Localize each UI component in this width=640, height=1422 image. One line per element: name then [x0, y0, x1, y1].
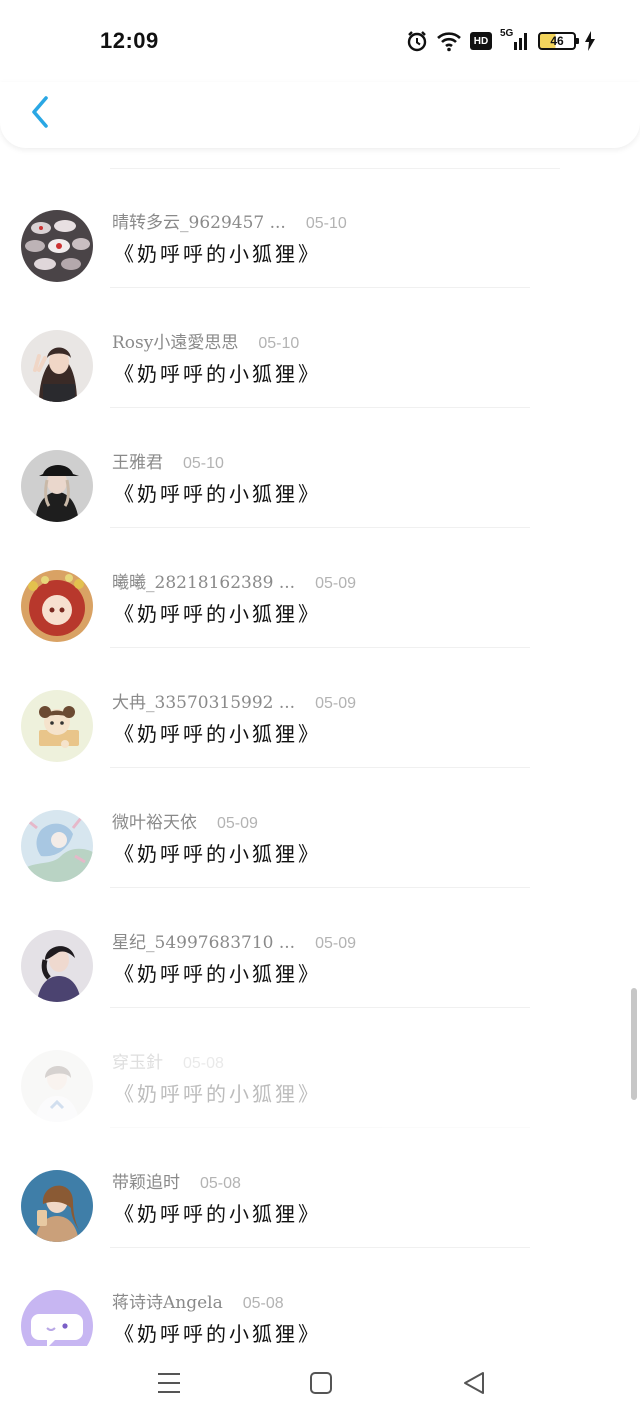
alarm-icon [406, 30, 428, 52]
list-item[interactable]: 星纪_54997683710 ... 05-09 《奶呼呼的小狐狸》 [0, 888, 640, 1008]
avatar[interactable] [21, 690, 93, 762]
avatar[interactable] [21, 1050, 93, 1122]
comment-meta: 大冉_33570315992 ... 05-09 [112, 688, 356, 713]
hd-icon: HD [470, 32, 492, 50]
back-nav-button[interactable] [454, 1366, 494, 1400]
status-time: 12:09 [100, 28, 159, 53]
wifi-icon [436, 30, 462, 52]
avatar[interactable] [21, 330, 93, 402]
book-title[interactable]: 《奶呼呼的小狐狸》 [114, 1318, 321, 1347]
book-title[interactable]: 《奶呼呼的小狐狸》 [114, 838, 321, 867]
comment-meta: 微叶裕天依 05-09 [112, 808, 258, 833]
book-title[interactable]: 《奶呼呼的小狐狸》 [114, 1198, 321, 1227]
comment-meta: Rosy小遠愛思思 05-10 [112, 328, 299, 353]
user-name[interactable]: 蒋诗诗Angela [112, 1288, 223, 1313]
comment-meta: 王雅君 05-10 [112, 448, 224, 473]
comment-date: 05-10 [305, 215, 347, 232]
user-name[interactable]: 晴转多云_9629457 ... [112, 208, 286, 233]
comment-date: 05-10 [183, 455, 224, 472]
comment-meta: 蒋诗诗Angela 05-08 [112, 1288, 284, 1313]
chevron-left-icon [32, 96, 48, 128]
list-item[interactable]: 穿玉針 05-08 《奶呼呼的小狐狸》 [0, 1008, 640, 1128]
list-item[interactable]: 王雅君 05-10 《奶呼呼的小狐狸》 [0, 408, 640, 528]
list-item[interactable]: Rosy小遠愛思思 05-10 《奶呼呼的小狐狸》 [0, 288, 640, 408]
book-title[interactable]: 《奶呼呼的小狐狸》 [114, 358, 321, 387]
user-name[interactable]: 星纪_54997683710 ... [112, 928, 295, 953]
comment-meta: 星纪_54997683710 ... 05-09 [112, 928, 356, 953]
book-title[interactable]: 《奶呼呼的小狐狸》 [114, 478, 321, 507]
menu-button[interactable] [149, 1366, 189, 1400]
list-item[interactable]: 微叶裕天依 05-09 《奶呼呼的小狐狸》 [0, 768, 640, 888]
book-title[interactable]: 《奶呼呼的小狐狸》 [114, 1078, 321, 1107]
battery-icon: 46 [538, 32, 579, 50]
user-name[interactable]: 王雅君 [112, 448, 163, 473]
book-title[interactable]: 《奶呼呼的小狐狸》 [114, 958, 321, 987]
comment-meta: 曦曦_28218162389 ... 05-09 [112, 568, 356, 593]
comment-date: 05-08 [183, 1055, 224, 1072]
comment-date: 05-08 [242, 1295, 284, 1312]
user-name[interactable]: Rosy小遠愛思思 [112, 328, 238, 353]
comment-meta: 晴转多云_9629457 ... 05-10 [112, 208, 347, 233]
user-name[interactable]: 带颖追时 [112, 1168, 180, 1193]
list-item[interactable]: 大冉_33570315992 ... 05-09 《奶呼呼的小狐狸》 [0, 648, 640, 768]
avatar[interactable] [21, 210, 93, 282]
comment-date: 05-08 [200, 1175, 241, 1192]
menu-icon [158, 1373, 180, 1393]
back-button[interactable] [20, 92, 60, 132]
system-nav-bar [0, 1346, 640, 1422]
user-name[interactable]: 穿玉針 [112, 1048, 163, 1073]
book-title[interactable]: 《奶呼呼的小狐狸》 [114, 718, 321, 747]
book-title[interactable]: 《奶呼呼的小狐狸》 [114, 598, 321, 627]
list-item[interactable]: 晴转多云_9629457 ... 05-10 《奶呼呼的小狐狸》 [0, 168, 640, 288]
avatar[interactable] [21, 1170, 93, 1242]
book-title[interactable]: 《奶呼呼的小狐狸》 [114, 238, 321, 267]
charging-icon [584, 31, 596, 51]
avatar[interactable] [21, 930, 93, 1002]
back-triangle-icon [464, 1372, 484, 1394]
scrollbar[interactable] [631, 988, 637, 1100]
status-bar: 12:09 HD 5G 46 [0, 0, 640, 82]
list-item[interactable]: 曦曦_28218162389 ... 05-09 《奶呼呼的小狐狸》 [0, 528, 640, 648]
avatar[interactable] [21, 570, 93, 642]
comment-date: 05-09 [217, 815, 258, 832]
user-name[interactable]: 曦曦_28218162389 ... [112, 568, 295, 593]
signal-5g-icon: 5G [500, 28, 530, 52]
comment-date: 05-09 [315, 935, 357, 952]
comment-meta: 穿玉針 05-08 [112, 1048, 224, 1073]
comment-date: 05-09 [315, 695, 357, 712]
comment-date: 05-09 [315, 575, 357, 592]
avatar[interactable] [21, 450, 93, 522]
battery-level: 46 [550, 34, 564, 48]
comment-date: 05-10 [258, 335, 300, 352]
avatar[interactable] [21, 810, 93, 882]
home-button[interactable] [301, 1366, 341, 1400]
user-name[interactable]: 大冉_33570315992 ... [112, 688, 295, 713]
user-name[interactable]: 微叶裕天依 [112, 808, 197, 833]
status-icons: HD 5G 46 [406, 26, 596, 56]
header [0, 82, 640, 148]
home-square-icon [310, 1372, 332, 1394]
list-item[interactable]: 带颖追时 05-08 《奶呼呼的小狐狸》 [0, 1128, 640, 1248]
comment-meta: 带颖追时 05-08 [112, 1168, 241, 1193]
